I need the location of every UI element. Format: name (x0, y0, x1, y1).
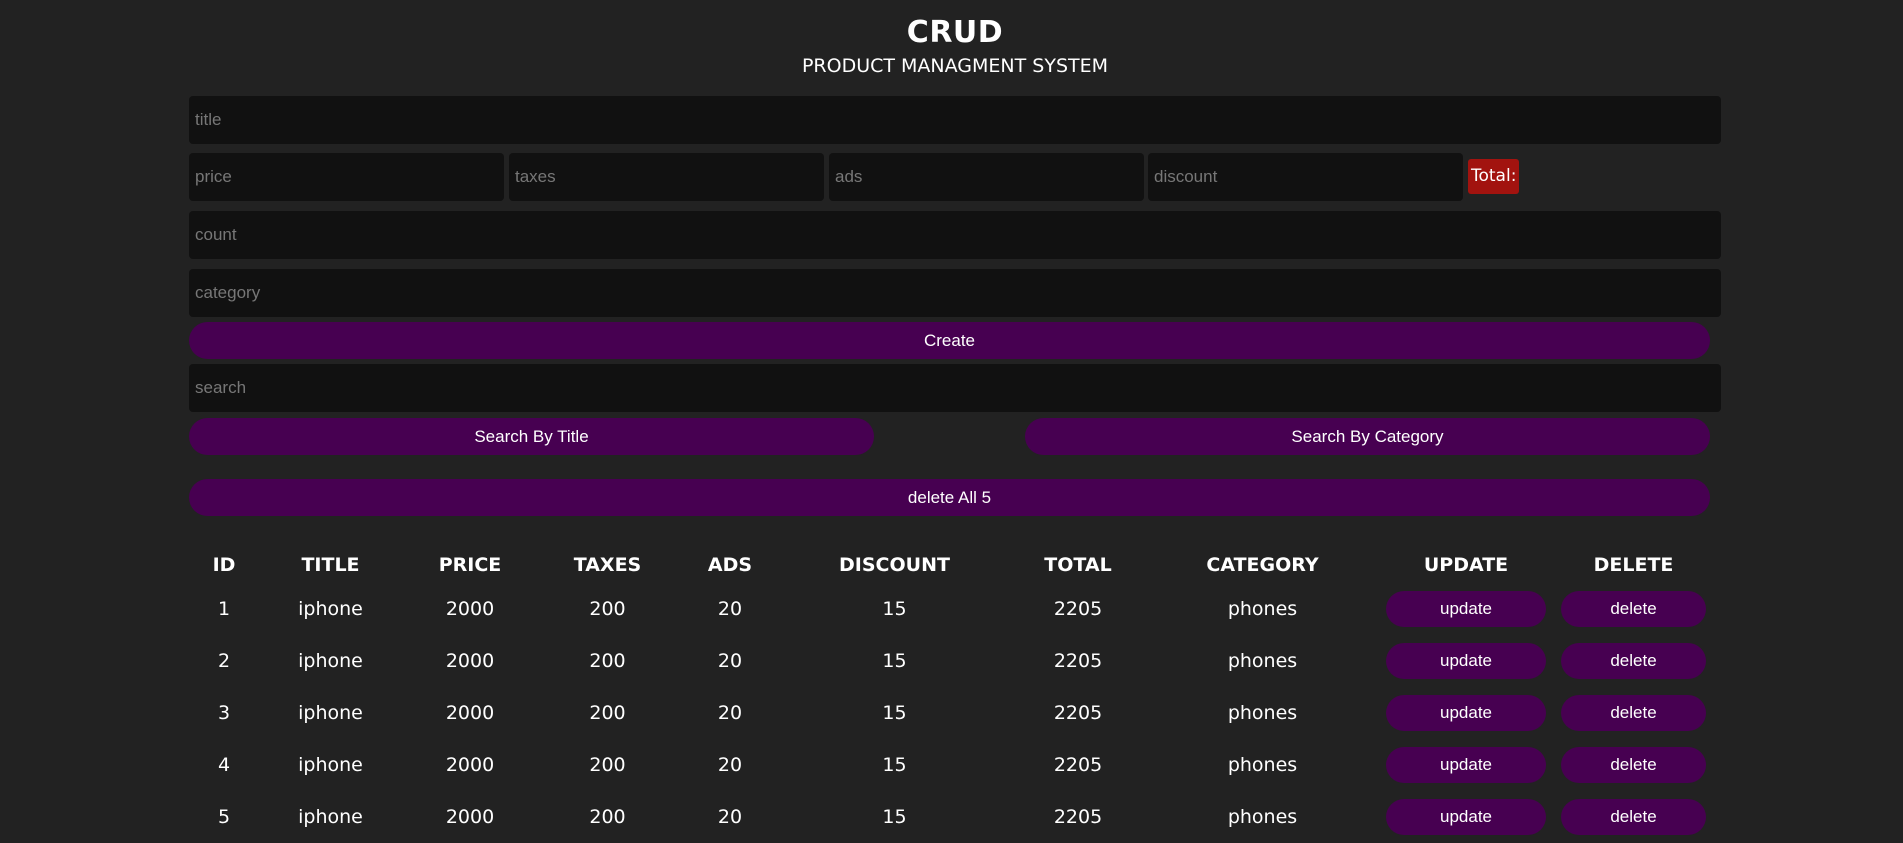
cell-category: phones (1227, 806, 1298, 828)
column-header-taxes: TAXES (573, 554, 642, 576)
cell-price: 2000 (445, 598, 495, 620)
delete-button[interactable]: delete (1561, 695, 1706, 731)
cell-taxes: 200 (589, 650, 626, 672)
title-input[interactable] (189, 96, 1721, 144)
column-header-category: CATEGORY (1206, 554, 1319, 576)
cell-ads: 20 (717, 754, 743, 776)
cell-title: iphone (298, 702, 363, 724)
cell-price: 2000 (445, 650, 495, 672)
cell-category: phones (1227, 754, 1298, 776)
delete-button[interactable]: delete (1561, 747, 1706, 783)
cell-title: iphone (298, 650, 363, 672)
cell-id: 3 (217, 702, 231, 724)
cell-update: update (1375, 583, 1557, 635)
table-row: 1 iphone 2000 200 20 15 2205 phones upda… (189, 583, 1710, 635)
cell-price: 2000 (445, 754, 495, 776)
table-row: 5 iphone 2000 200 20 15 2205 phones upda… (189, 791, 1710, 843)
column-header-total: TOTAL (1044, 554, 1112, 576)
page-header: CRUD PRODUCT MANAGMENT SYSTEM (189, 0, 1721, 80)
update-button[interactable]: update (1386, 799, 1546, 835)
cell-update: update (1375, 739, 1557, 791)
cell-taxes: 200 (589, 754, 626, 776)
price-input[interactable] (189, 153, 504, 201)
cell-category: phones (1227, 598, 1298, 620)
count-input[interactable] (189, 211, 1721, 259)
column-header-update: UPDATE (1423, 554, 1509, 576)
cell-update: update (1375, 687, 1557, 739)
column-header-id: ID (212, 554, 236, 576)
ads-input[interactable] (829, 153, 1144, 201)
products-table: ID TITLE PRICE TAXES ADS DISCOUNT TOTAL … (189, 547, 1710, 843)
column-header-delete: DELETE (1593, 554, 1674, 576)
cell-title: iphone (298, 598, 363, 620)
search-input[interactable] (189, 364, 1721, 412)
cell-id: 1 (217, 598, 231, 620)
cell-ads: 20 (717, 806, 743, 828)
column-header-ads: ADS (707, 554, 753, 576)
price-inputs-row: Total: (189, 153, 1721, 201)
cell-delete: delete (1557, 687, 1710, 739)
cell-discount: 15 (882, 650, 907, 672)
discount-input[interactable] (1148, 153, 1463, 201)
table-header-row: ID TITLE PRICE TAXES ADS DISCOUNT TOTAL … (189, 547, 1710, 583)
cell-category: phones (1227, 650, 1298, 672)
cell-total: 2205 (1053, 754, 1103, 776)
cell-taxes: 200 (589, 806, 626, 828)
cell-ads: 20 (717, 702, 743, 724)
update-button[interactable]: update (1386, 747, 1546, 783)
cell-delete: delete (1557, 739, 1710, 791)
cell-title: iphone (298, 754, 363, 776)
search-by-category-button[interactable]: Search By Category (1025, 418, 1710, 455)
cell-discount: 15 (882, 702, 907, 724)
cell-ads: 20 (717, 650, 743, 672)
cell-total: 2205 (1053, 598, 1103, 620)
create-button[interactable]: Create (189, 322, 1710, 359)
cell-title: iphone (298, 806, 363, 828)
cell-discount: 15 (882, 598, 907, 620)
cell-delete: delete (1557, 791, 1710, 843)
delete-button[interactable]: delete (1561, 643, 1706, 679)
table-row: 3 iphone 2000 200 20 15 2205 phones upda… (189, 687, 1710, 739)
cell-discount: 15 (882, 806, 907, 828)
cell-id: 5 (217, 806, 231, 828)
cell-price: 2000 (445, 702, 495, 724)
update-button[interactable]: update (1386, 695, 1546, 731)
cell-id: 2 (217, 650, 231, 672)
cell-update: update (1375, 635, 1557, 687)
table-row: 2 iphone 2000 200 20 15 2205 phones upda… (189, 635, 1710, 687)
column-header-price: PRICE (438, 554, 502, 576)
cell-category: phones (1227, 702, 1298, 724)
cell-price: 2000 (445, 806, 495, 828)
delete-all-button[interactable]: delete All 5 (189, 479, 1710, 516)
cell-id: 4 (217, 754, 231, 776)
category-input[interactable] (189, 269, 1721, 317)
column-header-title: TITLE (301, 554, 360, 576)
total-badge: Total: (1468, 159, 1520, 194)
delete-button[interactable]: delete (1561, 799, 1706, 835)
app-container: CRUD PRODUCT MANAGMENT SYSTEM Total: Cre… (189, 0, 1721, 835)
cell-discount: 15 (882, 754, 907, 776)
cell-taxes: 200 (589, 598, 626, 620)
cell-ads: 20 (717, 598, 743, 620)
taxes-input[interactable] (509, 153, 824, 201)
cell-total: 2205 (1053, 650, 1103, 672)
page-subtitle: PRODUCT MANAGMENT SYSTEM (801, 55, 1109, 77)
cell-update: update (1375, 791, 1557, 843)
cell-total: 2205 (1053, 806, 1103, 828)
cell-delete: delete (1557, 635, 1710, 687)
update-button[interactable]: update (1386, 591, 1546, 627)
search-by-title-button[interactable]: Search By Title (189, 418, 874, 455)
cell-total: 2205 (1053, 702, 1103, 724)
table-row: 4 iphone 2000 200 20 15 2205 phones upda… (189, 739, 1710, 791)
cell-taxes: 200 (589, 702, 626, 724)
column-header-discount: DISCOUNT (839, 554, 950, 576)
delete-button[interactable]: delete (1561, 591, 1706, 627)
page-title: CRUD (906, 15, 1004, 50)
cell-delete: delete (1557, 583, 1710, 635)
update-button[interactable]: update (1386, 643, 1546, 679)
